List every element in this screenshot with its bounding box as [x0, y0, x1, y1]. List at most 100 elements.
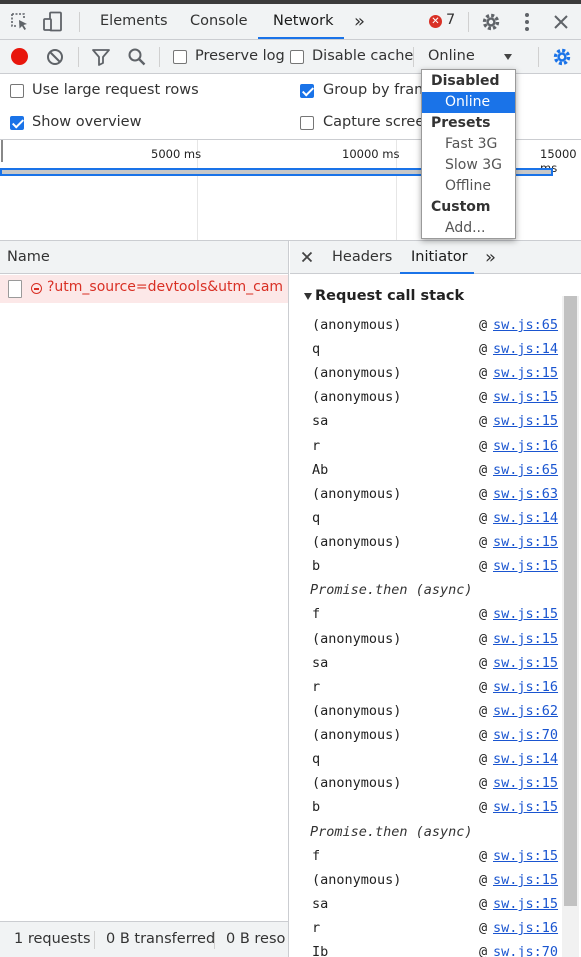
frame-at-symbol: @ — [479, 510, 488, 526]
frame-at-symbol: @ — [479, 775, 488, 791]
call-stack-frame: r @ sw.js:16 — [312, 676, 562, 700]
menu-group-heading: Custom — [431, 199, 491, 215]
frame-source-link[interactable]: sw.js:15 — [493, 389, 558, 405]
frame-source-link[interactable]: sw.js:15 — [493, 799, 558, 815]
error-icon[interactable]: ✕ — [429, 15, 442, 28]
frame-source-link[interactable]: sw.js:14 — [493, 510, 558, 526]
frame-source-link[interactable]: sw.js:65 — [493, 462, 558, 478]
frame-source-link[interactable]: sw.js:15 — [493, 365, 558, 381]
close-detail-icon[interactable] — [301, 251, 313, 263]
call-stack-frame: sa @ sw.js:15 — [312, 652, 562, 676]
frame-at-symbol: @ — [479, 703, 488, 719]
scrollbar-thumb[interactable] — [564, 296, 577, 906]
disable-cache-checkbox[interactable] — [290, 50, 304, 64]
frame-function-name: (anonymous) — [312, 486, 402, 502]
frame-source-link[interactable]: sw.js:14 — [493, 751, 558, 767]
device-toolbar-icon[interactable] — [42, 11, 64, 33]
call-stack-frame: r @ sw.js:16 — [312, 917, 562, 941]
overview-tick-label: 10000 ms — [342, 147, 400, 161]
frame-function-name: Promise.then (async) — [310, 824, 473, 840]
menu-item-slow-3g[interactable]: Slow 3G — [422, 155, 515, 176]
clear-icon[interactable] — [46, 48, 64, 66]
toolbar-separator — [538, 47, 539, 67]
frame-source-link[interactable]: sw.js:70 — [493, 944, 558, 957]
frame-source-link[interactable]: sw.js:15 — [493, 631, 558, 647]
more-detail-tabs-button[interactable]: » — [485, 240, 496, 275]
show-overview-label[interactable]: Show overview — [32, 114, 141, 130]
frame-function-name: sa — [312, 655, 329, 671]
tab-headers[interactable]: Headers — [332, 240, 392, 275]
tab-initiator[interactable]: Initiator — [411, 240, 468, 275]
show-overview-checkbox[interactable] — [10, 116, 24, 130]
search-icon[interactable] — [127, 47, 147, 67]
active-tab-indicator — [258, 37, 344, 39]
inspect-element-icon[interactable] — [10, 12, 30, 32]
filter-icon[interactable] — [91, 48, 111, 66]
active-tab-indicator — [400, 272, 474, 274]
large-rows-checkbox[interactable] — [10, 84, 24, 98]
tab-elements[interactable]: Elements — [100, 4, 168, 39]
menu-group-heading: Presets — [431, 115, 491, 131]
frame-at-symbol: @ — [479, 558, 488, 574]
menu-item-offline[interactable]: Offline — [422, 176, 515, 197]
frame-source-link[interactable]: sw.js:15 — [493, 848, 558, 864]
status-separator — [94, 931, 95, 949]
tab-network[interactable]: Network — [273, 4, 334, 39]
frame-at-symbol: @ — [479, 389, 488, 405]
frame-function-name: (anonymous) — [312, 534, 402, 550]
detail-scrollbar[interactable] — [562, 296, 579, 957]
frame-at-symbol: @ — [479, 631, 488, 647]
frame-source-link[interactable]: sw.js:15 — [493, 413, 558, 429]
tabbar-separator — [79, 12, 80, 32]
collapse-triangle-icon[interactable] — [304, 293, 312, 300]
network-settings-gear-icon[interactable] — [552, 47, 572, 67]
menu-item-add[interactable]: Add... — [422, 218, 515, 239]
frame-source-link[interactable]: sw.js:15 — [493, 655, 558, 671]
frame-source-link[interactable]: sw.js:65 — [493, 317, 558, 333]
frame-function-name: Ib — [312, 944, 329, 957]
disable-cache-label[interactable]: Disable cache — [312, 48, 413, 64]
tabbar-separator — [468, 12, 469, 32]
record-button[interactable] — [11, 48, 28, 65]
large-rows-label[interactable]: Use large request rows — [32, 82, 199, 98]
frame-at-symbol: @ — [479, 848, 488, 864]
frame-source-link[interactable]: sw.js:15 — [493, 872, 558, 888]
call-stack-frame: (anonymous) @ sw.js:15 — [312, 362, 562, 386]
frame-source-link[interactable]: sw.js:70 — [493, 727, 558, 743]
settings-gear-icon[interactable] — [481, 12, 501, 32]
error-count[interactable]: 7 — [446, 12, 455, 28]
customize-menu-icon[interactable] — [520, 12, 534, 32]
dropdown-arrow-icon[interactable] — [504, 54, 512, 60]
frame-source-link[interactable]: sw.js:16 — [493, 679, 558, 695]
tab-console[interactable]: Console — [190, 4, 248, 39]
group-by-frame-checkbox[interactable] — [300, 84, 314, 98]
close-devtools-icon[interactable] — [553, 14, 569, 30]
frame-at-symbol: @ — [479, 920, 488, 936]
frame-source-link[interactable]: sw.js:15 — [493, 775, 558, 791]
name-column-header[interactable]: Name — [0, 241, 288, 274]
frame-source-link[interactable]: sw.js:15 — [493, 606, 558, 622]
async-boundary-row: Promise.then (async) — [310, 821, 562, 845]
throttling-select[interactable]: Online — [428, 48, 475, 64]
capture-screenshots-checkbox[interactable] — [300, 116, 314, 130]
call-stack-frame: f @ sw.js:15 — [312, 845, 562, 869]
frame-source-link[interactable]: sw.js:15 — [493, 896, 558, 912]
frame-at-symbol: @ — [479, 872, 488, 888]
frame-source-link[interactable]: sw.js:14 — [493, 341, 558, 357]
frame-source-link[interactable]: sw.js:16 — [493, 920, 558, 936]
call-stack-frame: (anonymous) @ sw.js:70 — [312, 724, 562, 748]
menu-item-online[interactable]: Online — [422, 92, 515, 113]
frame-source-link[interactable]: sw.js:15 — [493, 558, 558, 574]
more-tabs-button[interactable]: » — [354, 4, 365, 39]
frame-at-symbol: @ — [479, 606, 488, 622]
preserve-log-checkbox[interactable] — [173, 50, 187, 64]
menu-item-fast-3g[interactable]: Fast 3G — [422, 134, 515, 155]
frame-source-link[interactable]: sw.js:62 — [493, 703, 558, 719]
request-row[interactable]: ?utm_source=devtools&utm_cam… — [0, 275, 288, 303]
preserve-log-label[interactable]: Preserve log — [195, 48, 285, 64]
frame-source-link[interactable]: sw.js:15 — [493, 534, 558, 550]
call-stack-frame: q @ sw.js:14 — [312, 338, 562, 362]
frame-source-link[interactable]: sw.js:63 — [493, 486, 558, 502]
call-stack-title[interactable]: Request call stack — [315, 288, 464, 304]
frame-source-link[interactable]: sw.js:16 — [493, 438, 558, 454]
